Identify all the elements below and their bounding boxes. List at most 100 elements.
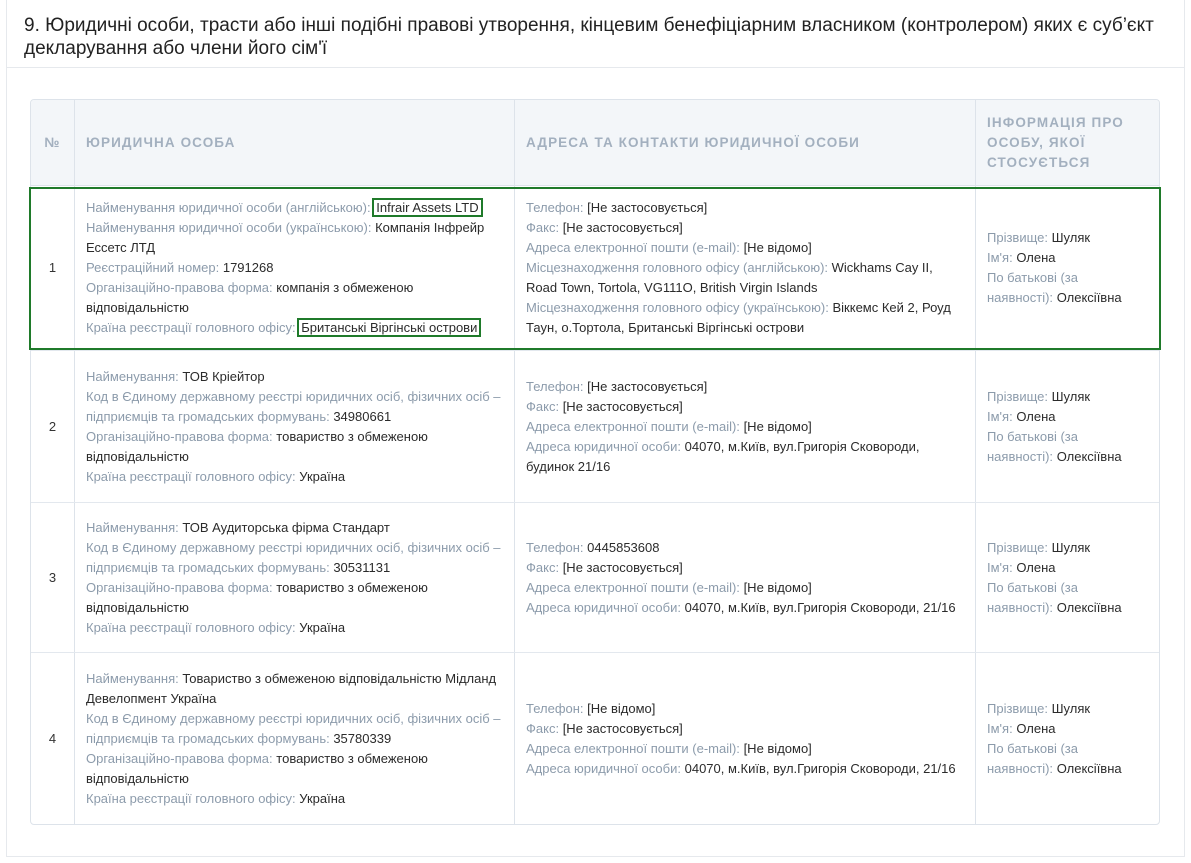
row-number: 2 — [48, 418, 57, 434]
header-num: № — [44, 135, 61, 150]
field-label: Адреса юридичної особи: — [526, 761, 681, 776]
field-label: Прізвище: — [987, 388, 1048, 404]
person-cell: Прізвище: Шуляк Ім'я: Олена По батькові … — [975, 653, 1159, 824]
person-first-name: Олена — [1016, 250, 1056, 265]
address-cell: Телефон: [Не відомо] Факс: [Не застосову… — [514, 653, 975, 824]
field-label: Факс: — [526, 398, 560, 414]
person-surname: Шуляк — [1051, 539, 1091, 555]
field-label: Ім'я: — [987, 408, 1013, 424]
entity-reg-country: Україна — [299, 619, 346, 635]
entity-fax: [Не застосовується] — [562, 398, 683, 414]
field-label: Код в Єдиному державному реєстрі юридичн… — [86, 711, 501, 746]
field-label: Факс: — [526, 721, 560, 736]
entity-phone: [Не застосовується] — [587, 200, 708, 215]
person-cell: Прізвище: Шуляк Ім'я: Олена По батькові … — [975, 351, 1159, 502]
entity-reg-country: Україна — [299, 468, 346, 484]
row-number: 1 — [48, 260, 57, 275]
field-label: Прізвище: — [987, 539, 1048, 555]
field-label: Найменування: — [86, 368, 179, 384]
field-label: Місцезнаходження головного офісу (англій… — [526, 260, 829, 275]
field-label: Реєстраційний номер: — [86, 260, 220, 275]
field-label: Адреса електронної пошти (e-mail): — [526, 418, 740, 434]
field-label: Місцезнаходження головного офісу (україн… — [526, 300, 829, 315]
person-cell: Прізвище: Шуляк Ім'я: Олена По батькові … — [975, 186, 1159, 350]
field-label: Прізвище: — [987, 701, 1048, 716]
field-label: Адреса електронної пошти (e-mail): — [526, 579, 740, 595]
person-patronymic: Олексіївна — [1056, 290, 1122, 305]
field-label: Країна реєстрації головного офісу: — [86, 320, 296, 335]
field-label: Факс: — [526, 220, 560, 235]
field-label: Ім'я: — [987, 559, 1013, 575]
field-label: Адреса електронної пошти (e-mail): — [526, 240, 740, 255]
table-row: 1 Найменування юридичної особи (англійсь… — [31, 186, 1159, 351]
entity-cell: Найменування: ТОВ Кріейтор Код в Єдиному… — [74, 351, 514, 502]
table-header: № Юридична особа Адреса та контакти юрид… — [31, 100, 1159, 186]
field-label: Факс: — [526, 559, 560, 575]
field-label: Телефон: — [526, 701, 584, 716]
field-label: Організаційно-правова форма: — [86, 751, 273, 766]
person-surname: Шуляк — [1051, 230, 1091, 245]
title-divider — [6, 67, 1185, 68]
header-person: Інформація про особу, якої стосується — [987, 115, 1124, 170]
field-label: Код в Єдиному державному реєстрі юридичн… — [86, 539, 501, 575]
field-label: Телефон: — [526, 539, 584, 555]
field-label: Організаційно-правова форма: — [86, 280, 273, 295]
person-first-name: Олена — [1016, 408, 1056, 424]
field-label: Код в Єдиному державному реєстрі юридичн… — [86, 388, 501, 424]
field-label: Найменування юридичної особи (українсько… — [86, 220, 372, 235]
field-label: Країна реєстрації головного офісу: — [86, 468, 296, 484]
entity-edrpou: 30531131 — [333, 559, 391, 575]
field-label: Адреса електронної пошти (e-mail): — [526, 741, 740, 756]
person-surname: Шуляк — [1051, 388, 1091, 404]
person-patronymic: Олексіївна — [1056, 448, 1122, 464]
person-surname: Шуляк — [1051, 701, 1091, 716]
entity-reg-number: 1791268 — [222, 260, 274, 275]
field-label: Ім'я: — [987, 721, 1013, 736]
entity-phone: [Не застосовується] — [587, 378, 708, 394]
entity-email: [Не відомо] — [743, 579, 812, 595]
entity-email: [Не відомо] — [743, 240, 812, 255]
entity-legal-address: 04070, м.Київ, вул.Григорія Сковороди, 2… — [684, 599, 956, 615]
field-label: Організаційно-правова форма: — [86, 579, 273, 595]
header-address: Адреса та контакти юридичної особи — [526, 135, 860, 150]
person-patronymic: Олексіївна — [1056, 599, 1122, 615]
section-title: 9. Юридичні особи, трасти або інші подіб… — [24, 15, 1154, 59]
field-label: Телефон: — [526, 378, 584, 394]
table-row: 3 Найменування: ТОВ Аудиторська фірма Ст… — [31, 503, 1159, 653]
field-label: Найменування: — [86, 519, 179, 535]
entity-reg-country: Україна — [299, 791, 346, 806]
entity-fax: [Не застосовується] — [562, 559, 683, 575]
field-label: Телефон: — [526, 200, 584, 215]
field-label: Організаційно-правова форма: — [86, 428, 273, 444]
entity-name-en-highlighted: Infrair Assets LTD — [372, 198, 483, 217]
entity-phone: [Не відомо] — [587, 701, 656, 716]
field-label: Ім'я: — [987, 250, 1013, 265]
person-first-name: Олена — [1016, 721, 1056, 736]
row-number: 3 — [48, 569, 57, 585]
address-cell: Телефон: [Не застосовується] Факс: [Не з… — [514, 186, 975, 350]
person-patronymic: Олексіївна — [1056, 761, 1122, 776]
entity-reg-country-highlighted: Британські Віргінські острови — [297, 318, 482, 337]
entity-fax: [Не застосовується] — [562, 721, 683, 736]
entity-fax: [Не застосовується] — [562, 220, 683, 235]
field-label: Країна реєстрації головного офісу: — [86, 619, 296, 635]
field-label: Прізвище: — [987, 230, 1048, 245]
entity-email: [Не відомо] — [743, 418, 812, 434]
entity-edrpou: 34980661 — [333, 408, 392, 424]
address-cell: Телефон: 0445853608 Факс: [Не застосовує… — [514, 503, 975, 652]
person-first-name: Олена — [1016, 559, 1056, 575]
entity-cell: Найменування: ТОВ Аудиторська фірма Стан… — [74, 503, 514, 652]
entity-cell: Найменування: Товариство з обмеженою від… — [74, 653, 514, 824]
field-label: Адреса юридичної особи: — [526, 438, 681, 454]
field-label: Найменування: — [86, 671, 179, 686]
header-entity: Юридична особа — [86, 135, 236, 150]
table-row: 2 Найменування: ТОВ Кріейтор Код в Єдино… — [31, 351, 1159, 503]
entity-legal-address: 04070, м.Київ, вул.Григорія Сковороди, 2… — [684, 761, 956, 776]
entity-edrpou: 35780339 — [333, 731, 392, 746]
field-label: Адреса юридичної особи: — [526, 599, 681, 615]
field-label: Країна реєстрації головного офісу: — [86, 791, 296, 806]
entity-cell: Найменування юридичної особи (англійсько… — [74, 186, 514, 350]
entities-table: № Юридична особа Адреса та контакти юрид… — [30, 99, 1160, 825]
field-label: Найменування юридичної особи (англійсько… — [86, 200, 371, 215]
entity-email: [Не відомо] — [743, 741, 812, 756]
